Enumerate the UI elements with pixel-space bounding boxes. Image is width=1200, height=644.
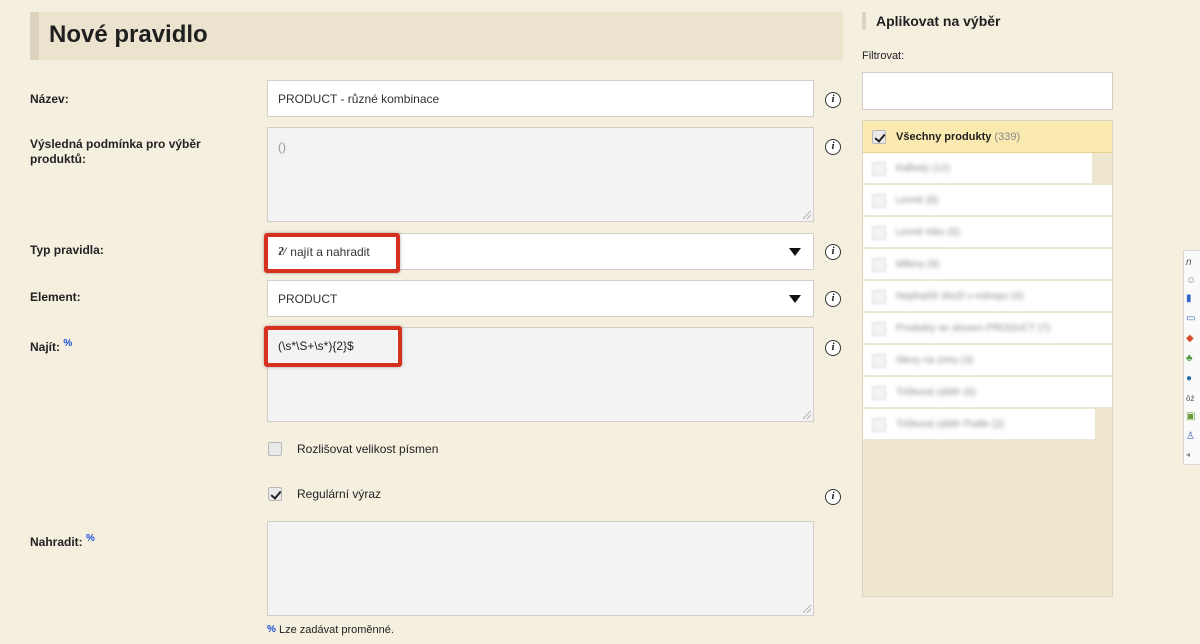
toolbar-text-icon[interactable]: ōź: [1186, 393, 1194, 405]
list-item-label: Slevy na zimu (3): [896, 355, 974, 366]
chevron-down-icon: [789, 247, 801, 256]
list-item-label: Mikiny (9): [896, 259, 940, 270]
name-label: Název:: [30, 92, 69, 106]
all-products-count: (339): [994, 131, 1021, 143]
list-item[interactable]: Nejdražší zboží v eshopu (4): [863, 281, 1112, 312]
all-products-checkbox[interactable]: [872, 130, 886, 144]
list-item-label: Tričková výběr (6): [896, 387, 976, 398]
element-value: PRODUCT: [278, 291, 338, 306]
chevron-down-icon: [789, 294, 801, 303]
case-sensitive-label: Rozlišovat velikost písmen: [297, 442, 439, 456]
replace-textarea[interactable]: [267, 521, 814, 616]
toolbar-chart-icon[interactable]: ▮: [1186, 293, 1192, 305]
page-title-band: Nové pravidlo: [30, 12, 843, 60]
info-icon[interactable]: i: [825, 139, 841, 155]
replace-label-text: Nahradit:: [30, 535, 83, 549]
toolbar-globe-icon[interactable]: ●: [1186, 373, 1192, 385]
regex-label: Regulární výraz: [297, 487, 382, 501]
list-item[interactable]: Kalhoty (12): [863, 153, 1092, 184]
list-item-checkbox[interactable]: [872, 258, 886, 272]
toolbar-person-icon[interactable]: ☺: [1186, 275, 1196, 287]
name-value: PRODUCT - různé kombinace: [278, 91, 440, 106]
list-item[interactable]: Produkty se slovem PRODUCT (7): [863, 313, 1112, 344]
name-input[interactable]: PRODUCT - různé kombinace: [267, 80, 814, 117]
list-item-all-products[interactable]: Všechny produkty (339): [863, 121, 1112, 153]
list-item-checkbox[interactable]: [872, 354, 886, 368]
replace-label: Nahradit: %: [30, 531, 95, 550]
toolbar-logo-icon: n: [1186, 257, 1192, 268]
list-item-checkbox[interactable]: [872, 194, 886, 208]
condition-label: Výsledná podmínka pro výběr produktů:: [30, 137, 201, 166]
highlight-rule-type: [264, 233, 400, 273]
list-item[interactable]: Tričková výběr Podle (2): [863, 409, 1095, 440]
all-products-text: Všechny produkty: [896, 131, 992, 143]
list-item[interactable]: Slevy na zimu (3): [863, 345, 1112, 376]
info-icon[interactable]: i: [825, 489, 841, 505]
list-item-checkbox[interactable]: [872, 162, 886, 176]
list-item-label: Nejdražší zboží v eshopu (4): [896, 291, 1024, 302]
info-icon[interactable]: i: [825, 92, 841, 108]
variables-note-text: Lze zadávat proměnné.: [278, 624, 394, 636]
list-item-checkbox[interactable]: [872, 290, 886, 304]
toolbar-collapse-icon[interactable]: ◂: [1186, 449, 1190, 461]
info-icon[interactable]: i: [825, 291, 841, 307]
condition-value: (): [278, 140, 286, 154]
toolbar-book-icon[interactable]: ▭: [1186, 313, 1195, 325]
info-icon[interactable]: i: [825, 340, 841, 356]
element-select[interactable]: PRODUCT: [267, 280, 814, 317]
variables-marker: %: [86, 533, 95, 544]
find-label: Najít: %: [30, 336, 72, 355]
list-item[interactable]: Levné triko (5): [863, 217, 1112, 248]
info-icon[interactable]: i: [825, 244, 841, 260]
toolbar-git-icon[interactable]: ◆: [1186, 333, 1194, 345]
list-item[interactable]: Mikiny (9): [863, 249, 1112, 280]
filter-label: Filtrovat:: [862, 50, 905, 62]
condition-textarea[interactable]: (): [267, 127, 814, 222]
variables-note: % Lze zadávat proměnné.: [267, 624, 394, 636]
regex-checkbox[interactable]: [268, 487, 282, 501]
list-item-label: Levné (8): [896, 195, 939, 206]
list-item-label: Levné triko (5): [896, 227, 960, 238]
toolbar-user-icon[interactable]: ♙: [1186, 431, 1195, 443]
variables-marker: %: [63, 338, 73, 349]
all-products-label: Všechny produkty (339): [896, 131, 1020, 143]
case-sensitive-checkbox[interactable]: [268, 442, 282, 456]
apply-title: Aplikovat na výběr: [862, 12, 1001, 30]
highlight-find: [264, 326, 402, 367]
toolbar-image-icon[interactable]: ▣: [1186, 411, 1195, 423]
selection-list: Všechny produkty (339) Kalhoty (12) Levn…: [862, 120, 1113, 597]
variables-marker: %: [267, 624, 276, 635]
list-item-label: Tričková výběr Podle (2): [896, 419, 1004, 430]
list-item-label: Kalhoty (12): [896, 163, 950, 174]
list-item-label: Produkty se slovem PRODUCT (7): [896, 323, 1051, 334]
side-toolbar: n ☺ ▮ ▭ ◆ ♣ ● ōź ▣ ♙ ◂: [1183, 250, 1200, 465]
list-item-checkbox[interactable]: [872, 226, 886, 240]
page-title: Nové pravidlo: [49, 21, 208, 48]
resize-handle-icon[interactable]: [803, 605, 811, 613]
find-label-text: Najít:: [30, 340, 60, 354]
list-item-checkbox[interactable]: [872, 322, 886, 336]
list-item-checkbox[interactable]: [872, 418, 886, 432]
element-label: Element:: [30, 290, 81, 304]
list-item[interactable]: Tričková výběr (6): [863, 377, 1112, 408]
filter-input[interactable]: [862, 72, 1113, 110]
toolbar-tree-icon[interactable]: ♣: [1186, 353, 1193, 365]
list-item-checkbox[interactable]: [872, 386, 886, 400]
list-item[interactable]: Levné (8): [863, 185, 1112, 216]
resize-handle-icon[interactable]: [803, 411, 811, 419]
rule-type-label: Typ pravidla:: [30, 243, 104, 257]
resize-handle-icon[interactable]: [803, 211, 811, 219]
